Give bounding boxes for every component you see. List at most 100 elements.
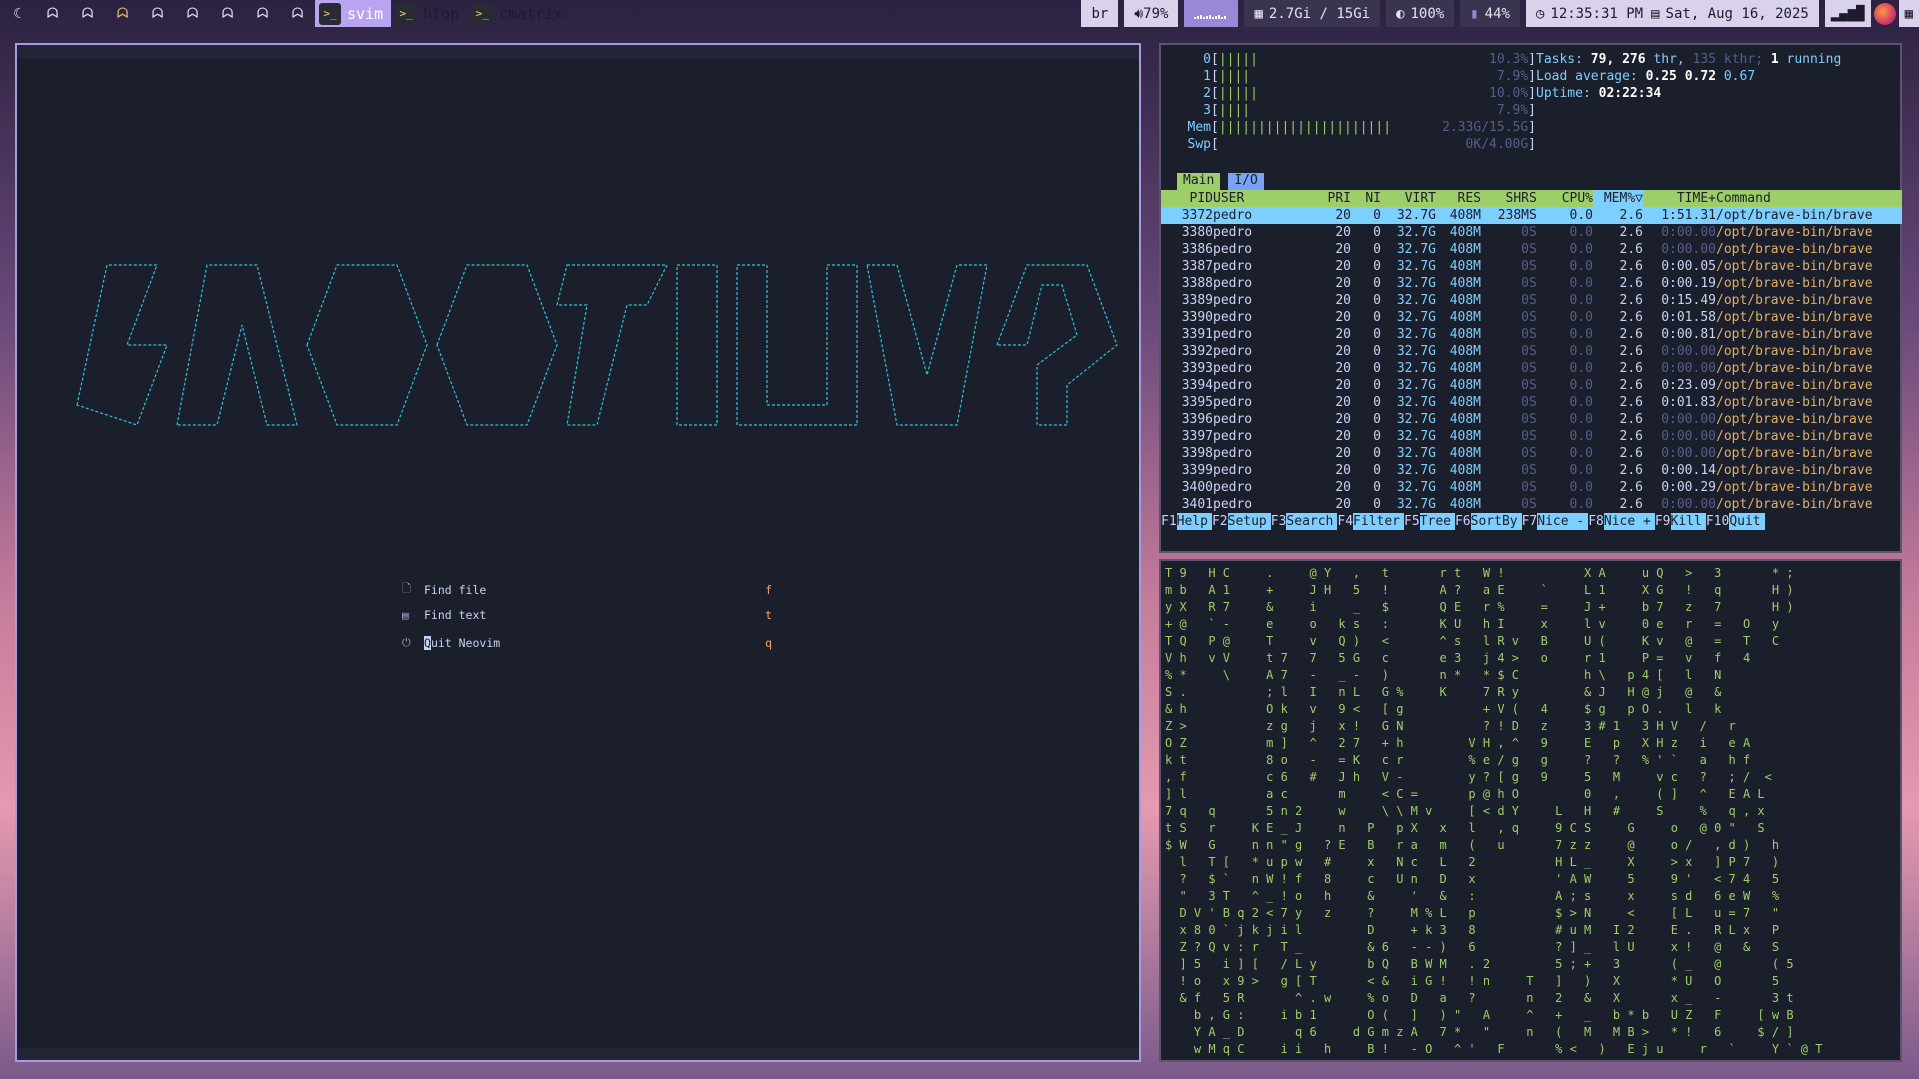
workspace-6[interactable]: ᗣ [175,0,210,27]
column-header[interactable]: TIME+ [1643,190,1716,207]
fkey-help[interactable]: F1 Help [1161,513,1212,530]
cell-mem: 2.6 [1619,344,1643,359]
fkey-search[interactable]: F3 Search [1271,513,1338,530]
workspace-4[interactable]: ᗣ [105,0,140,27]
tray-grid[interactable]: ▦ [1898,0,1919,27]
cell-s: S [1529,497,1537,512]
cell-mem: 2.6 [1619,480,1643,495]
cell-pri: 20 [1335,293,1351,308]
cell-s: S [1529,395,1537,410]
process-row[interactable]: 3389 pedro 20 0 32.7G 408M 0 S 0.0 2.6 0:15.49/opt… [1161,292,1902,309]
dashboard-find-file[interactable]: 🗋 Find file f [402,580,772,599]
clock-module[interactable]: ◷ 12:35:31 PM ▤ Sat, Aug 16, 2025 [1525,0,1819,27]
process-row[interactable]: 3399 pedro 20 0 32.7G 408M 0 S 0.0 2.6 0:00.14/opt… [1161,462,1902,479]
cell-shr: 0 [1521,225,1529,240]
volume-module[interactable]: 🔊︎ 79% [1124,0,1179,27]
htop-window[interactable]: 0[||||| 10.3%] 1[|||| 7.9%] 2[||||| 10.0%] 3[|… [1159,43,1902,553]
cell-cpu: 0.0 [1569,276,1593,291]
column-header[interactable]: Command [1716,190,1902,207]
cell-ni: 0 [1373,276,1381,291]
workspace-1[interactable]: ☾ [0,0,35,27]
fkey-sortby[interactable]: F6 SortBy [1455,513,1522,530]
fkey-setup[interactable]: F2 Setup [1212,513,1271,530]
column-header[interactable]: USER [1213,190,1281,207]
workspace-5[interactable]: ᗣ [140,0,175,27]
cell-pri: 20 [1335,429,1351,444]
fkey-kill[interactable]: F9 Kill [1655,513,1706,530]
matrix-row: ] 5 i ] [ / L y b Q B W M . 2 5 ; + 3 ( … [1165,957,1794,971]
cell-time: 0:00.00 [1661,361,1716,376]
dashboard-key: f [765,582,772,597]
matrix-row: y X R 7 & i _ $ Q E r % = J + b 7 z 7 H … [1165,600,1794,614]
column-header[interactable]: CPU% [1547,190,1593,207]
cell-pri: 20 [1335,480,1351,495]
network-module[interactable]: ▂▄▆█ [1824,0,1871,27]
workspace-3[interactable]: ᗣ [70,0,105,27]
process-row[interactable]: 3391 pedro 20 0 32.7G 408M 0 S 0.0 2.6 0:00.81/opt… [1161,326,1902,343]
waveform-bar [1203,16,1206,19]
cell-virt: 32.7G [1396,463,1436,478]
fkey-filter[interactable]: F4 Filter [1337,513,1405,530]
tab-main[interactable]: Main [1177,173,1221,190]
process-row[interactable]: 3390 pedro 20 0 32.7G 408M 0 S 0.0 2.6 0:01.58/opt… [1161,309,1902,326]
cell-cpu: 0.0 [1569,480,1593,495]
matrix-row: $ W G n n " g ? E B r a m ( u 7 z z @ o … [1165,838,1779,852]
column-header[interactable]: PID [1161,190,1213,207]
fkey-quit[interactable]: F10 Quit [1706,513,1765,530]
process-row[interactable]: 3372 pedro 20 0 32.7G 408M 238M S 0.0 2.6 1:51.31/… [1161,207,1902,224]
process-row[interactable]: 3395 pedro 20 0 32.7G 408M 0 S 0.0 2.6 0:01.83/opt… [1161,394,1902,411]
cell-s: S [1529,361,1537,376]
process-row[interactable]: 3401 pedro 20 0 32.7G 408M 0 S 0.0 2.6 0:00.00/opt… [1161,496,1902,513]
taskbar-app-htop[interactable]: >_ htop [391,0,467,27]
process-row[interactable]: 3400 pedro 20 0 32.7G 408M 0 S 0.0 2.6 0:00.29/opt… [1161,479,1902,496]
cell-shr: 0 [1521,395,1529,410]
neovim-window[interactable]: 🗋 Find file f ▤ Find text t ⏻ Quit Neovi… [15,43,1141,1062]
fkey-nice[interactable]: F8 Nice + [1588,513,1655,530]
dashboard-find-text[interactable]: ▤ Find text t [402,608,772,622]
workspace-2[interactable]: ᗣ [35,0,70,27]
process-row[interactable]: 3397 pedro 20 0 32.7G 408M 0 S 0.0 2.6 0:00.00/opt… [1161,428,1902,445]
cell-ni: 0 [1373,344,1381,359]
column-header[interactable]: RES [1436,190,1481,207]
column-header[interactable]: NI [1351,190,1381,207]
process-row[interactable]: 3398 pedro 20 0 32.7G 408M 0 S 0.0 2.6 0:00.00/opt… [1161,445,1902,462]
process-row[interactable]: 3387 pedro 20 0 32.7G 408M 0 S 0.0 2.6 0:00.05/opt… [1161,258,1902,275]
workspace-7[interactable]: ᗣ [210,0,245,27]
dashboard-label: Find file [424,582,487,597]
cell-virt: 32.7G [1396,276,1436,291]
column-header[interactable]: SHR [1481,190,1529,207]
dashboard-quit-neovim[interactable]: ⏻ Quit Neovim q [402,636,772,650]
taskbar-app-cmatrix[interactable]: >_ cmatrix [467,0,570,27]
workspace-8[interactable]: ᗣ [245,0,280,27]
column-header[interactable]: PRI [1281,190,1351,207]
process-row[interactable]: 3386 pedro 20 0 32.7G 408M 0 S 0.0 2.6 0:00.00/opt… [1161,241,1902,258]
keyboard-layout[interactable]: br [1081,0,1119,27]
column-header[interactable]: MEM%▽ [1593,190,1643,207]
cell-virt: 32.7G [1396,208,1436,223]
process-row[interactable]: 3380 pedro 20 0 32.7G 408M 0 S 0.0 2.6 0:00.00/opt… [1161,224,1902,241]
process-row[interactable]: 3396 pedro 20 0 32.7G 408M 0 S 0.0 2.6 0:00.00/opt… [1161,411,1902,428]
matrix-row: l T [ * u p w # x N c L 2 H L _ X > x ] … [1165,855,1779,869]
cell-cpu: 0.0 [1569,412,1593,427]
cmatrix-window[interactable]: T 9 H C . @ Y , t r t W ! X A u Q > 3 * … [1159,559,1902,1062]
cell-shr: 0 [1521,412,1529,427]
fkey-nice[interactable]: F7 Nice - [1522,513,1589,530]
cell-mem: 2.6 [1619,361,1643,376]
workspace-9[interactable]: ᗣ [280,0,315,27]
cell-res: 408M [1449,429,1481,444]
fkey-tree[interactable]: F5 Tree [1404,513,1455,530]
tab-io[interactable]: I/O [1228,173,1264,190]
taskbar-app-svim[interactable]: >_ svim [315,0,392,27]
table-header[interactable]: PID USER PRI NI VIRT RES SHR S CPU% MEM%▽ TIME+ Com… [1161,190,1902,207]
cell-cpu: 0.0 [1569,225,1593,240]
text-cursor: Q [424,636,431,650]
process-row[interactable]: 3388 pedro 20 0 32.7G 408M 0 S 0.0 2.6 0:00.19/opt… [1161,275,1902,292]
cell-virt: 32.7G [1396,293,1436,308]
process-row[interactable]: 3392 pedro 20 0 32.7G 408M 0 S 0.0 2.6 0:00.00/opt… [1161,343,1902,360]
column-header[interactable]: S [1529,190,1547,207]
process-row[interactable]: 3393 pedro 20 0 32.7G 408M 0 S 0.0 2.6 0:00.00/opt… [1161,360,1902,377]
column-header[interactable]: VIRT [1381,190,1436,207]
logo-stroke [176,264,298,426]
browser-tray[interactable] [1871,0,1899,27]
process-row[interactable]: 3394 pedro 20 0 32.7G 408M 0 S 0.0 2.6 0:23.09/opt… [1161,377,1902,394]
